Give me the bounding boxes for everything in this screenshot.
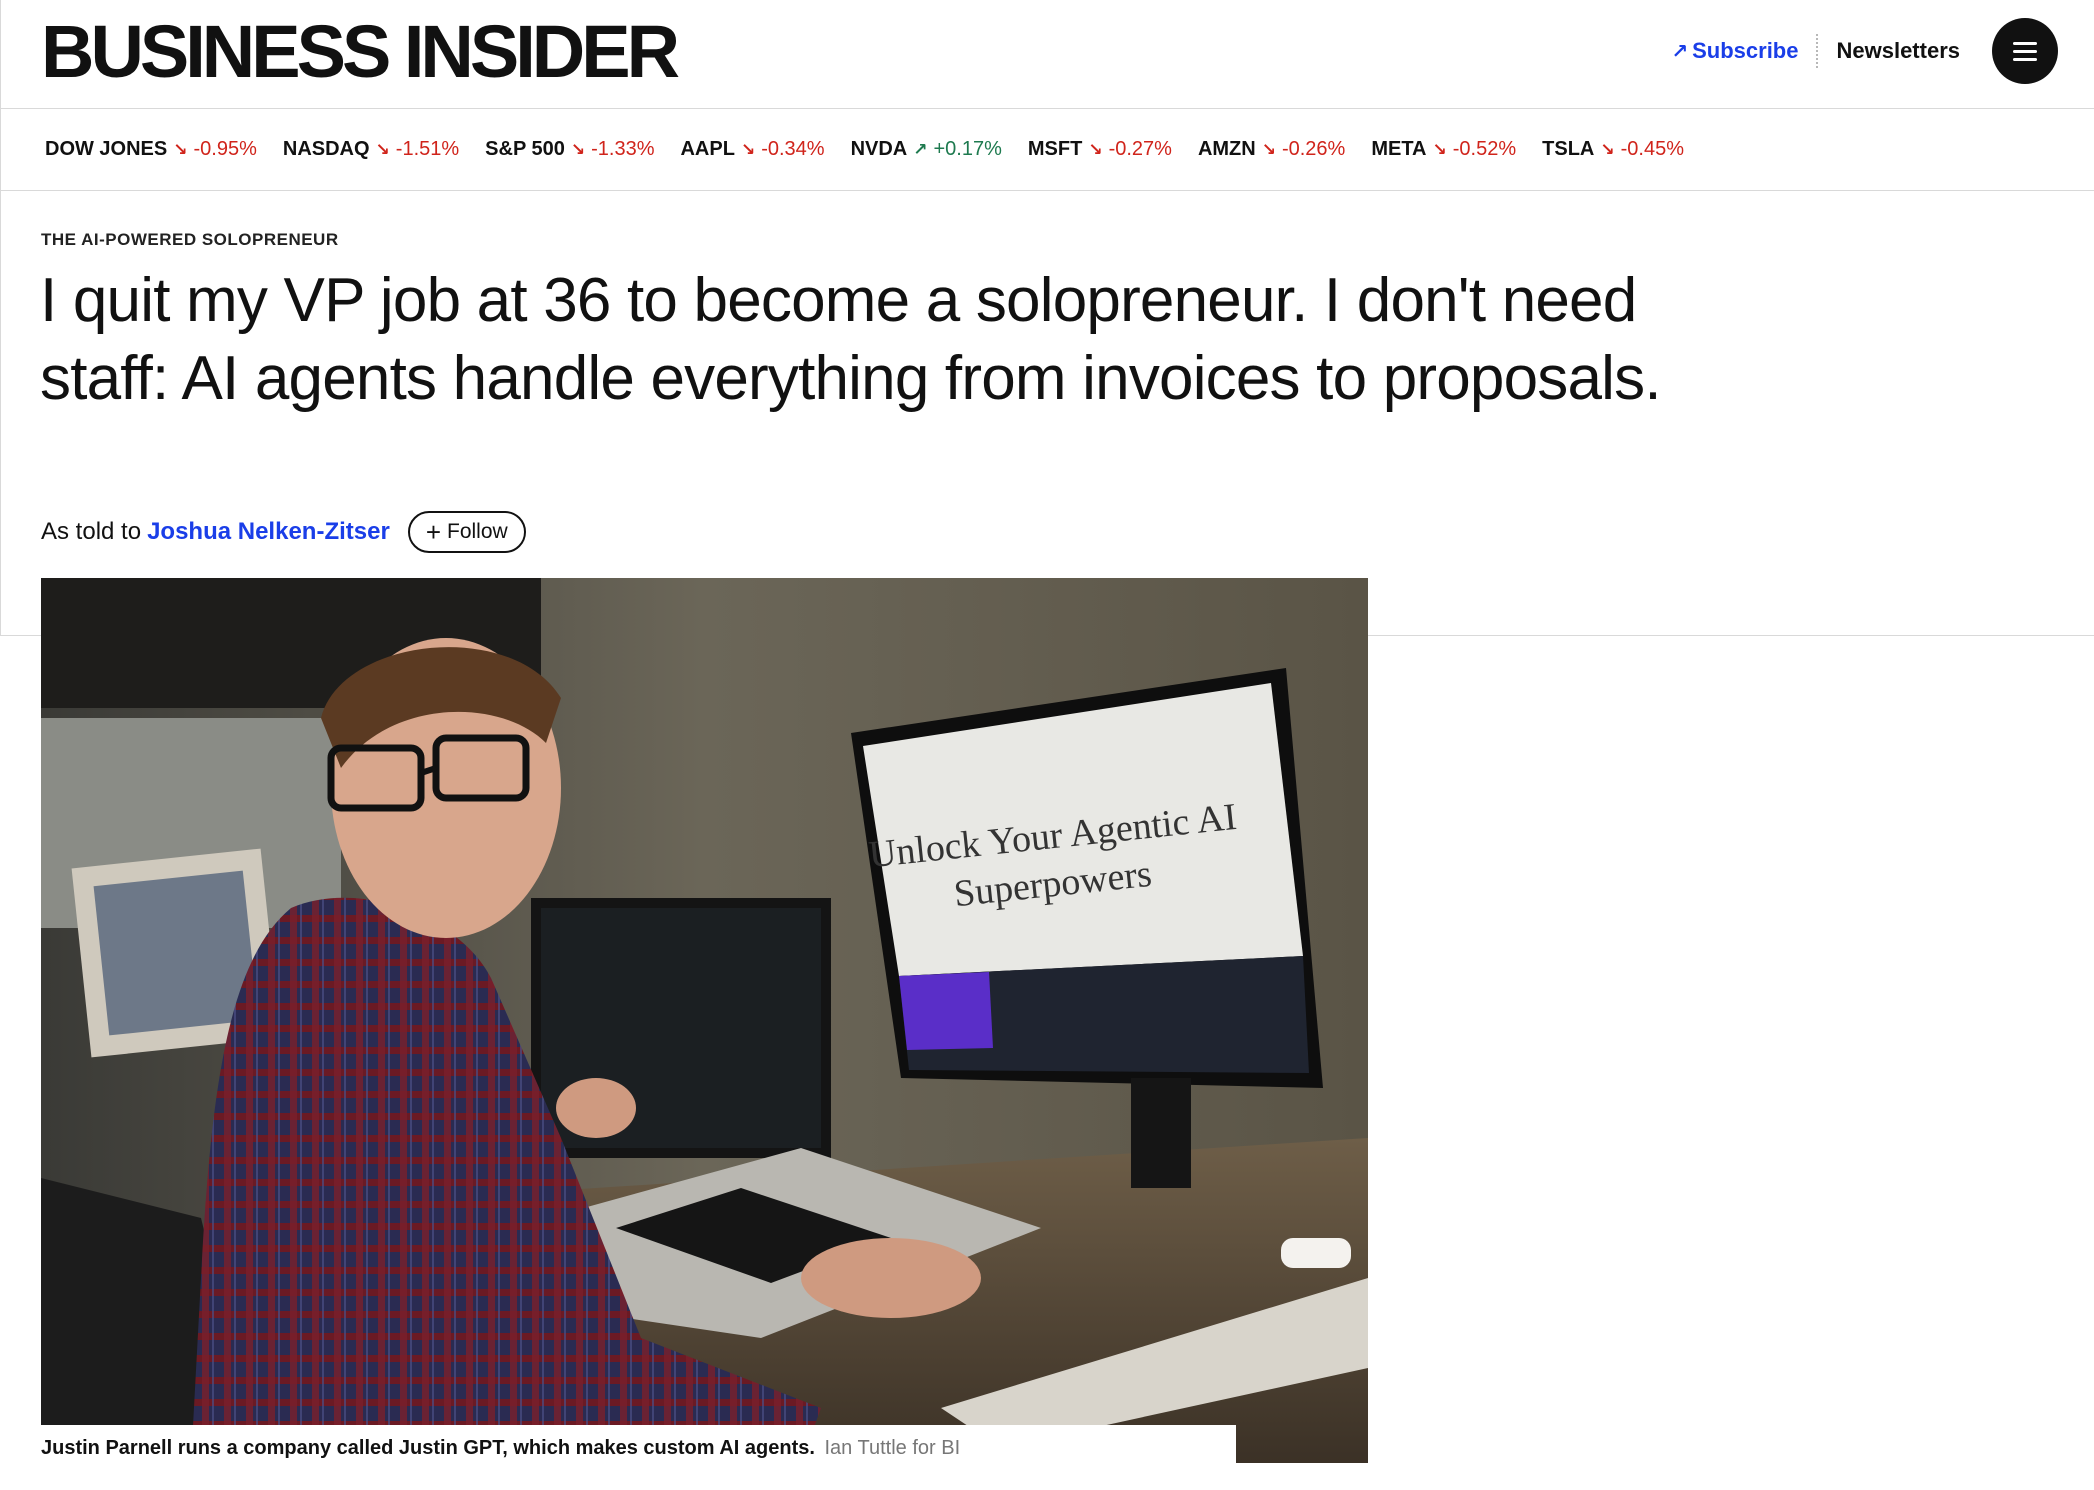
ticker-item[interactable]: META ↘ -0.52% <box>1371 138 1516 161</box>
ticker-item[interactable]: NASDAQ ↘ -1.51% <box>283 138 459 161</box>
ticker-symbol: S&P 500 <box>485 138 565 160</box>
ticker-change: +0.17% <box>933 138 1002 160</box>
byline: As told to Joshua Nelken-Zitser + Follow <box>41 510 526 554</box>
plus-icon: + <box>425 517 441 547</box>
site-logo[interactable]: BUSINESS INSIDER <box>41 10 680 94</box>
subscribe-link[interactable]: ↗ Subscribe <box>1671 38 1798 64</box>
ticker-item[interactable]: MSFT ↘ -0.27% <box>1028 138 1172 161</box>
article-headline: I quit my VP job at 36 to become a solop… <box>40 266 1662 413</box>
follow-label: Follow <box>447 520 508 543</box>
arrow-up-icon: ↗ <box>913 139 928 159</box>
site-header: BUSINESS INSIDER ↗ Subscribe Newsletters <box>0 0 2094 109</box>
arrow-down-icon: ↘ <box>1261 139 1276 159</box>
arrow-down-icon: ↘ <box>570 139 586 159</box>
menu-icon-bar <box>2013 57 2037 61</box>
ticker-change: -0.27% <box>1108 138 1172 160</box>
arrow-down-icon: ↘ <box>375 139 390 159</box>
byline-prefix: As told to <box>41 518 142 545</box>
hero-image: Unlock Your Agentic AI Superpowers <box>41 578 1368 1463</box>
ticker-item[interactable]: TSLA ↘ -0.45% <box>1542 138 1684 161</box>
follow-button[interactable]: + Follow <box>407 511 526 553</box>
ticker-symbol: NVDA <box>850 138 908 160</box>
image-caption: Justin Parnell runs a company called Jus… <box>41 1437 960 1460</box>
ticker-change: -1.33% <box>591 138 655 160</box>
ticker-change: -0.95% <box>193 138 257 160</box>
ticker-symbol: AAPL <box>680 138 735 160</box>
ticker-item[interactable]: S&P 500 ↘ -1.33% <box>485 138 654 161</box>
ticker-item[interactable]: NVDA ↗ +0.17% <box>851 138 1002 161</box>
ticker-symbol: AMZN <box>1197 138 1256 160</box>
ticker-change: -1.51% <box>395 138 460 160</box>
ticker-change: -0.34% <box>761 138 825 160</box>
author-link[interactable]: Joshua Nelken-Zitser <box>147 518 390 546</box>
ticker-item[interactable]: AAPL ↘ -0.34% <box>680 138 824 161</box>
menu-button[interactable] <box>1992 18 2058 84</box>
header-divider <box>1816 34 1819 68</box>
ticker-symbol: NASDAQ <box>282 138 370 160</box>
arrow-down-icon: ↘ <box>740 139 756 159</box>
photo-credit: Ian Tuttle for BI <box>824 1437 961 1459</box>
ticker-symbol: META <box>1371 138 1427 160</box>
arrow-down-icon: ↘ <box>1088 139 1103 159</box>
header-actions: ↗ Subscribe Newsletters <box>1671 18 2058 84</box>
ticker-symbol: MSFT <box>1027 138 1083 160</box>
market-ticker: DOW JONES ↘ -0.95% NASDAQ ↘ -1.51% S&P 500 ↘ -1.… <box>0 109 2094 191</box>
ticker-change: -0.26% <box>1281 138 1346 160</box>
ticker-symbol: DOW JONES <box>45 138 168 160</box>
ticker-change: -0.52% <box>1452 138 1517 160</box>
subscribe-label: Subscribe <box>1692 38 1799 63</box>
ticker-item[interactable]: AMZN ↘ -0.26% <box>1198 138 1345 161</box>
menu-icon-bar <box>2013 49 2037 53</box>
arrow-down-icon: ↘ <box>1600 139 1615 159</box>
ticker-item[interactable]: DOW JONES ↘ -0.95% <box>45 138 257 161</box>
subscribe-arrow-icon: ↗ <box>1671 40 1689 63</box>
caption-text: Justin Parnell runs a company called Jus… <box>41 1437 815 1459</box>
ticker-symbol: TSLA <box>1542 138 1595 160</box>
ticker-change: -0.45% <box>1620 138 1684 160</box>
article-kicker[interactable]: THE AI-POWERED SOLOPRENEUR <box>41 230 339 250</box>
newsletters-link[interactable]: Newsletters <box>1836 38 1960 64</box>
arrow-down-icon: ↘ <box>1432 139 1447 159</box>
menu-icon-bar <box>2013 41 2037 45</box>
arrow-down-icon: ↘ <box>173 139 188 159</box>
